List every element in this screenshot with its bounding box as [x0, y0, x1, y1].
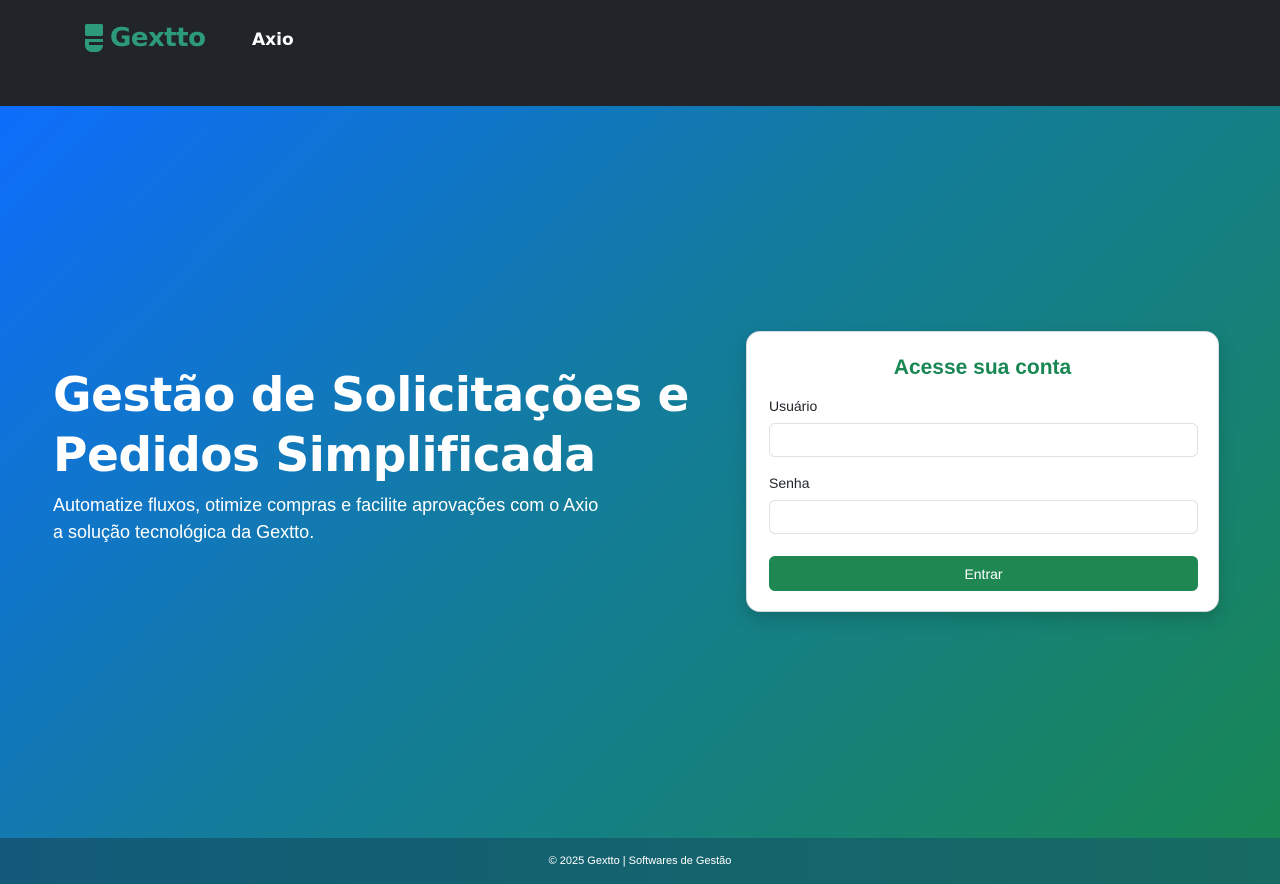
lead-text-1: Automatize fluxos, otimize compras e fac…: [53, 495, 564, 515]
gextto-logo-icon: [85, 24, 103, 52]
login-card: Acesse sua conta Usuário Senha Entrar: [746, 331, 1219, 612]
hero-lead: Automatize fluxos, otimize compras e fac…: [53, 492, 613, 546]
username-input[interactable]: [769, 423, 1198, 457]
username-label: Usuário: [769, 398, 818, 414]
lead-company-name: Gextto: [256, 522, 310, 542]
lead-product-name: Axio: [563, 495, 599, 515]
hero-headline: Gestão de Solicitações e Pedidos Simplif…: [53, 368, 689, 483]
password-input[interactable]: [769, 500, 1198, 534]
lead-text-2: a solução tecnológica da: [53, 522, 257, 542]
hero-section: Gestão de Solicitações e Pedidos Simplif…: [0, 106, 1280, 838]
top-navbar: Gextto Axio: [0, 0, 1280, 106]
nav-link-axio[interactable]: Axio: [252, 29, 294, 51]
password-label: Senha: [769, 475, 810, 491]
login-submit-button[interactable]: Entrar: [769, 556, 1198, 591]
footer-copyright: © 2025 Gextto | Softwares de Gestão: [548, 855, 732, 867]
lead-text-3: .: [309, 522, 315, 542]
brand-logo-link[interactable]: Gextto: [84, 22, 206, 54]
page-footer: © 2025 Gextto | Softwares de Gestão: [0, 838, 1280, 884]
login-title: Acesse sua conta: [893, 356, 1072, 379]
brand-name: Gextto: [110, 23, 206, 53]
